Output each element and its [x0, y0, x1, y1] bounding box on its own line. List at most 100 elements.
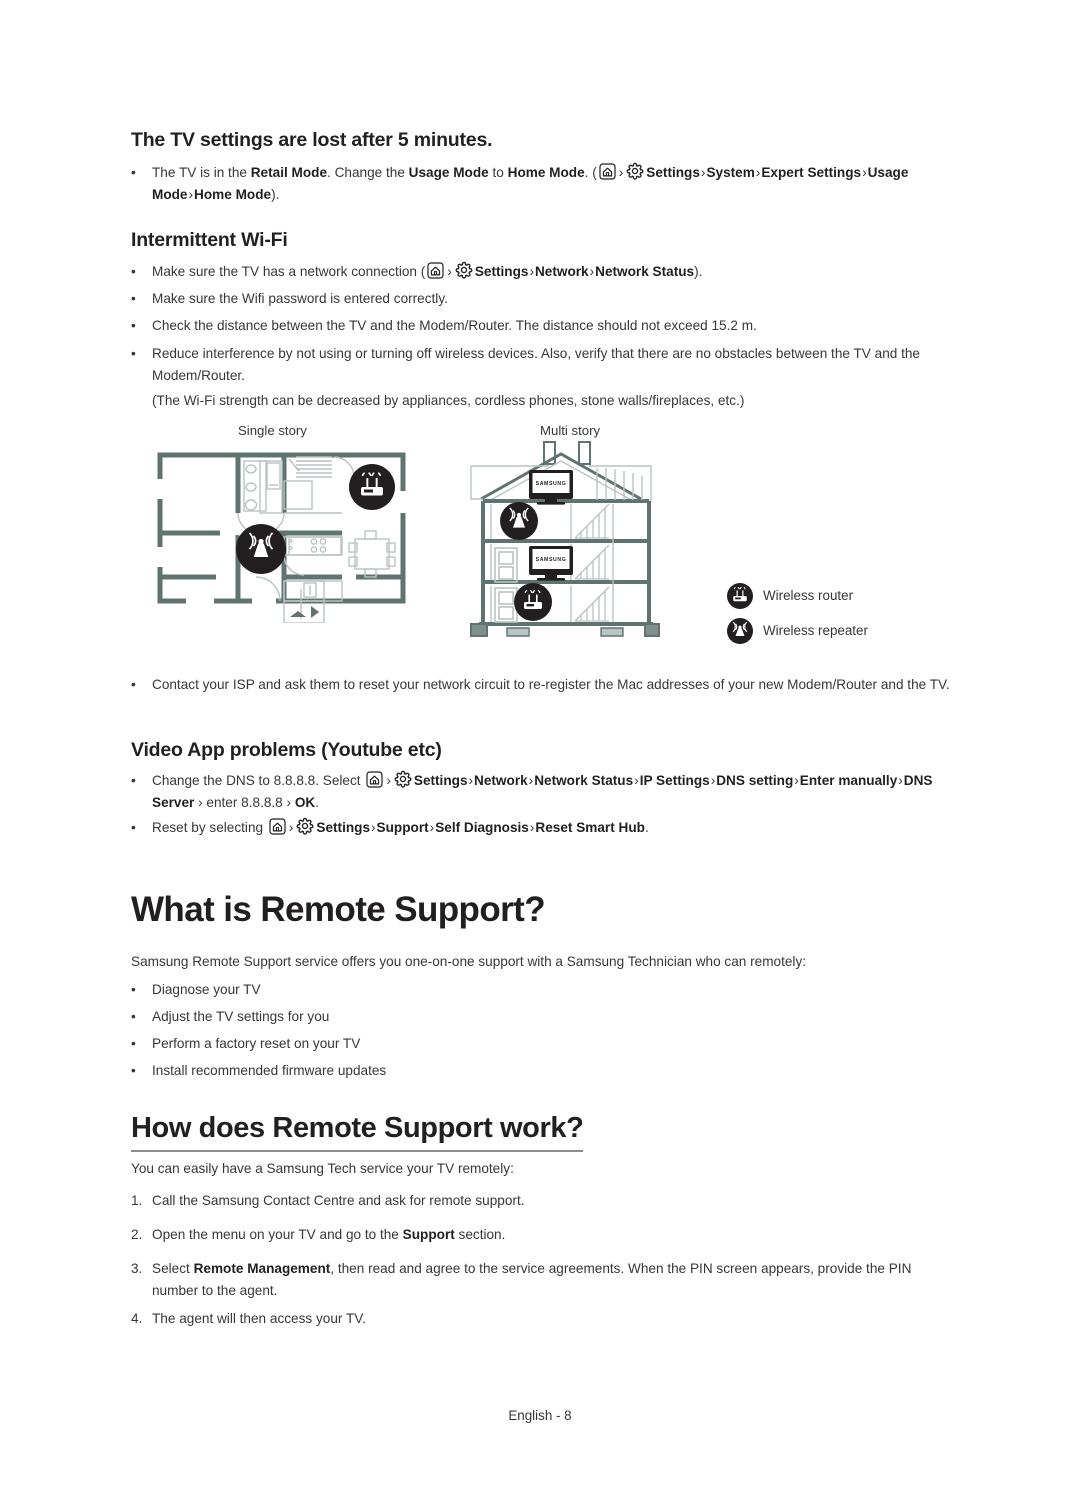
gear-icon	[296, 817, 314, 835]
document-page: The TV settings are lost after 5 minutes…	[131, 0, 952, 1494]
term-home-mode-2: Home Mode	[194, 187, 272, 203]
home-icon	[599, 163, 616, 180]
legend-label-router: Wireless router	[763, 588, 854, 603]
text-frag: The TV is in the	[152, 165, 251, 180]
bullet-marker: •	[131, 165, 136, 180]
step-1: 1. Call the Samsung Contact Centre and a…	[131, 1190, 952, 1212]
step-text: Call the Samsung Contact Centre and ask …	[152, 1193, 525, 1208]
bullet-text: Change the DNS to 8.8.8.8. Select › Setti…	[152, 770, 932, 811]
bullet-marker: •	[131, 982, 136, 997]
heading-tv-settings-lost: The TV settings are lost after 5 minutes…	[131, 129, 493, 151]
step-number: 2.	[131, 1227, 143, 1242]
term-retail-mode: Retail Mode	[250, 165, 328, 180]
wireless-router-icon-floorplan	[349, 464, 395, 510]
term-reset-smart-hub: Reset Smart Hub	[535, 820, 645, 835]
text-frag: Reset by selecting	[152, 820, 267, 835]
step-text: Select Remote Management, then read and …	[152, 1261, 911, 1298]
wireless-repeater-icon	[727, 617, 753, 644]
text-frag: Open the menu on your TV and go to the	[152, 1227, 403, 1242]
home-icon	[427, 262, 444, 279]
text-frag: . (	[584, 165, 597, 180]
text-frag: Select	[152, 1261, 194, 1276]
note-wifi-strength: (The Wi-Fi strength can be decreased by …	[131, 390, 958, 412]
term-home-mode: Home Mode	[507, 165, 585, 180]
wireless-router-icon-section	[514, 583, 552, 621]
svg-text:SAMSUNG: SAMSUNG	[536, 557, 567, 563]
step-2: 2. Open the menu on your TV and go to th…	[131, 1224, 952, 1246]
bullet-marker: •	[131, 291, 136, 306]
term-usage-mode: Usage Mode	[408, 165, 489, 180]
separator-arrow: ›	[386, 773, 391, 788]
wifi-placement-diagram: Single story Multi story SAMSUNG SAMSUNG…	[131, 418, 949, 668]
text-frag: to	[488, 165, 508, 180]
term-ip-settings: IP Settings	[639, 773, 710, 788]
step-number: 4.	[131, 1311, 143, 1326]
term-remote-management: Remote Management	[193, 1261, 331, 1276]
term-network: Network	[474, 773, 528, 788]
term-dns-setting: DNS setting	[716, 773, 794, 788]
home-icon	[366, 771, 383, 788]
bullet-text: Contact your ISP and ask them to reset y…	[152, 677, 950, 692]
term-settings: Settings	[646, 165, 700, 180]
intro-remote-support: Samsung Remote Support service offers yo…	[131, 954, 807, 969]
separator-arrow: ›	[447, 264, 452, 279]
bullet-marker: •	[131, 1036, 136, 1051]
text-frag: Make sure the TV has a network connectio…	[152, 264, 426, 279]
step-text: The agent will then access your TV.	[152, 1311, 366, 1326]
step-3: 3. Select Remote Management, then read a…	[131, 1258, 957, 1302]
step-text: Open the menu on your TV and go to the S…	[152, 1227, 505, 1242]
bullet-text: Make sure the Wifi password is entered c…	[152, 291, 448, 306]
bullet-wifi-password: • Make sure the Wifi password is entered…	[131, 288, 958, 310]
term-ok: OK	[294, 795, 316, 811]
wireless-repeater-icon-floorplan	[236, 524, 286, 574]
text-frag: .	[644, 820, 649, 835]
heading-what-is-remote-support: What is Remote Support?	[131, 890, 546, 929]
wireless-router-icon	[727, 582, 753, 609]
bullet-text: Check the distance between the TV and th…	[152, 318, 757, 333]
text-frag: . Change the	[327, 165, 409, 180]
step-4: 4. The agent will then access your TV.	[131, 1308, 952, 1330]
bullet-contact-isp: • Contact your ISP and ask them to reset…	[131, 674, 964, 696]
bullet-text: Make sure the TV has a network connectio…	[152, 261, 703, 279]
bullet-marker: •	[131, 677, 136, 692]
home-icon	[269, 818, 286, 835]
samsung-tv-middle: SAMSUNG	[529, 546, 573, 581]
term-settings: Settings	[474, 264, 529, 279]
bullet-text: Adjust the TV settings for you	[152, 1009, 330, 1024]
term-expert-settings: Expert Settings	[761, 165, 862, 180]
term-support: Support	[402, 1227, 455, 1242]
bullet-factory-reset: • Perform a factory reset on your TV	[131, 1033, 952, 1055]
page-footer: English - 8	[508, 1408, 572, 1423]
wireless-repeater-icon-section	[500, 502, 538, 540]
term-settings: Settings	[413, 773, 468, 788]
term-support: Support	[376, 820, 429, 835]
separator-arrow: ›	[288, 820, 294, 835]
intro-how-it-works: You can easily have a Samsung Tech servi…	[131, 1161, 514, 1176]
term-network-status: Network Status	[595, 264, 695, 279]
term-system: System	[706, 165, 755, 180]
bullet-network-connection: • Make sure the TV has a network connect…	[131, 261, 958, 283]
legend-row-router: Wireless router	[727, 578, 868, 613]
text-frag: ).	[271, 187, 280, 203]
single-story-floorplan	[157, 452, 406, 623]
term-settings: Settings	[316, 820, 371, 835]
bullet-text: Reset by selecting › Settings›Support›Sel…	[152, 817, 649, 835]
step-number: 1.	[131, 1193, 143, 1208]
gear-icon	[455, 261, 473, 279]
text-frag: ).	[694, 264, 703, 279]
gear-icon	[626, 162, 644, 180]
bullet-distance: • Check the distance between the TV and …	[131, 315, 958, 337]
bullet-reset-smart-hub: • Reset by selecting › Settings›Support›S…	[131, 817, 942, 839]
bullet-retail-mode: • The TV is in the Retail Mode. Change t…	[131, 162, 958, 206]
bullet-text: Install recommended firmware updates	[152, 1063, 387, 1078]
gear-icon	[394, 770, 412, 788]
step-number: 3.	[131, 1261, 143, 1276]
bullet-text: Reduce interference by not using or turn…	[152, 346, 920, 384]
legend-row-repeater: Wireless repeater	[727, 613, 868, 648]
bullet-text: Perform a factory reset on your TV	[152, 1036, 361, 1051]
bullet-marker: •	[131, 820, 136, 835]
separator-arrow: ›	[618, 165, 624, 180]
bullet-diagnose: • Diagnose your TV	[131, 979, 952, 1001]
text-frag: › enter 8.8.8.8 ›	[194, 795, 295, 811]
term-enter-manually: Enter manually	[799, 773, 898, 788]
